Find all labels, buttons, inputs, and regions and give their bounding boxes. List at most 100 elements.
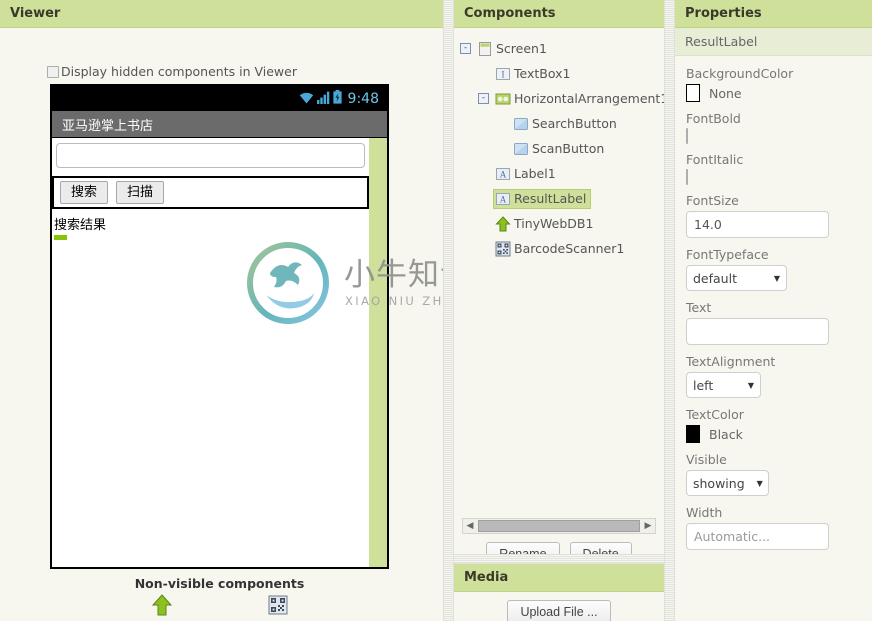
visible-value: showing	[693, 475, 745, 491]
barcodescanner-icon	[268, 595, 287, 615]
svg-text:A: A	[500, 169, 507, 179]
tree-item-tinywebdb1[interactable]: TinyWebDB1	[460, 211, 660, 236]
fontitalic-checkbox[interactable]	[686, 169, 688, 185]
width-input[interactable]: Automatic...	[686, 523, 829, 550]
components-panel-header: Components	[454, 0, 664, 28]
tree-item-label: Label1	[514, 166, 556, 181]
tree-item-label: HorizontalArrangement1	[514, 91, 664, 106]
rename-button[interactable]: Rename	[486, 542, 560, 554]
phone-preview[interactable]: 9:48 亚马逊掌上书店 搜索 扫描 搜索结果	[50, 84, 389, 569]
properties-list: BackgroundColor None FontBold FontItalic…	[675, 56, 872, 550]
tree-item-resultlabel[interactable]: A ResultLabel	[460, 186, 660, 211]
label-icon: A	[495, 191, 511, 207]
non-visible-components-list: TinyWebDB1 BarcodeScanner1	[50, 594, 389, 621]
tree-item-label: Screen1	[496, 41, 547, 56]
preview-resultlabel[interactable]	[54, 235, 67, 240]
tree-toggle-icon[interactable]: -	[460, 43, 471, 54]
components-panel: Components - Screen1 I TextBox1 - HorizontalA…	[454, 0, 664, 554]
media-body: Upload File ...	[454, 592, 664, 621]
label-icon: A	[495, 166, 511, 182]
status-time: 9:48	[347, 90, 379, 107]
app-title: 亚马逊掌上书店	[62, 118, 154, 134]
screen-icon	[477, 41, 493, 57]
non-visible-item-tinywebdb[interactable]: TinyWebDB1	[113, 594, 211, 621]
tree-item-horizontalarrangement1[interactable]: - HorizontalArrangement1	[460, 86, 664, 111]
prop-textcolor-row[interactable]: Black	[686, 425, 861, 443]
panel-divider-left	[443, 0, 454, 621]
fonttypeface-select[interactable]: default ▼	[686, 265, 787, 291]
backgroundcolor-swatch[interactable]	[686, 84, 700, 102]
prop-label-textcolor: TextColor	[686, 407, 744, 422]
fonttypeface-value: default	[693, 270, 737, 286]
form-column: 搜索 扫描 搜索结果	[52, 138, 369, 567]
media-panel: Media Upload File ...	[454, 564, 664, 621]
prop-label-visible: Visible	[686, 452, 727, 467]
visible-select[interactable]: showing ▼	[686, 470, 769, 496]
barcodescanner-icon	[495, 241, 511, 257]
preview-search-button[interactable]: 搜索	[60, 181, 109, 204]
tree-item-scanbutton[interactable]: ScanButton	[460, 136, 660, 161]
prop-label-backgroundcolor: BackgroundColor	[686, 66, 794, 81]
prop-label-width: Width	[686, 505, 723, 520]
button-icon	[513, 116, 529, 132]
tree-item-textbox1[interactable]: I TextBox1	[460, 61, 660, 86]
svg-text:I: I	[502, 69, 505, 79]
tree-item-searchbutton[interactable]: SearchButton	[460, 111, 660, 136]
battery-icon	[332, 90, 342, 107]
textbox-icon: I	[495, 66, 511, 82]
scroll-left-icon[interactable]: ◀	[463, 521, 477, 531]
tree-item-screen1[interactable]: - Screen1	[460, 36, 660, 61]
fontbold-checkbox[interactable]	[686, 128, 688, 144]
screen1-body: 搜索 扫描 搜索结果	[52, 138, 387, 567]
upload-file-button[interactable]: Upload File ...	[507, 600, 611, 621]
tree-item-label: ScanButton	[532, 141, 605, 156]
prop-label-fontsize: FontSize	[686, 193, 739, 208]
display-hidden-components-row[interactable]: Display hidden components in Viewer	[47, 64, 297, 79]
prop-label-fontitalic: FontItalic	[686, 152, 744, 167]
display-hidden-components-checkbox[interactable]	[47, 65, 59, 78]
preview-label1[interactable]: 搜索结果	[54, 214, 369, 233]
component-action-buttons: Rename Delete	[454, 542, 664, 554]
preview-textbox1[interactable]	[56, 143, 365, 168]
tree-item-barcodescanner1[interactable]: BarcodeScanner1	[460, 236, 660, 261]
viewer-panel: Viewer Display hidden components in View…	[0, 0, 443, 621]
prop-label-fonttypeface: FontTypeface	[686, 247, 769, 262]
tree-item-label: TinyWebDB1	[514, 216, 594, 231]
delete-button[interactable]: Delete	[569, 542, 632, 554]
textalignment-value: left	[693, 377, 714, 393]
textcolor-swatch[interactable]	[686, 425, 700, 443]
prop-label-textalignment: TextAlignment	[686, 354, 776, 369]
tree-item-label1[interactable]: A Label1	[460, 161, 660, 186]
chevron-down-icon: ▼	[747, 380, 754, 390]
android-title-bar: 亚马逊掌上书店	[52, 111, 387, 138]
scroll-right-icon[interactable]: ▶	[641, 521, 655, 531]
preview-scan-button[interactable]: 扫描	[116, 181, 165, 204]
tinywebdb-icon	[151, 594, 172, 616]
tree-toggle-icon[interactable]: -	[478, 93, 489, 104]
preview-horizontal-arrangement1[interactable]: 搜索 扫描	[52, 176, 369, 209]
prop-label-fontbold: FontBold	[686, 111, 741, 126]
prop-label-text: Text	[686, 300, 712, 315]
display-hidden-components-label: Display hidden components in Viewer	[61, 64, 297, 79]
chevron-down-icon: ▼	[773, 273, 780, 283]
tree-item-label: SearchButton	[532, 116, 617, 131]
tree-item-label: ResultLabel	[514, 191, 587, 206]
prop-backgroundcolor-row[interactable]: None	[686, 84, 861, 102]
chevron-down-icon: ▼	[756, 478, 763, 488]
properties-component-name: ResultLabel	[675, 28, 872, 56]
tree-item-label: BarcodeScanner1	[514, 241, 625, 256]
component-tree[interactable]: - Screen1 I TextBox1 - HorizontalArrangement1…	[454, 28, 664, 512]
fontsize-input[interactable]: 14.0	[686, 211, 829, 238]
properties-panel: Properties ResultLabel BackgroundColor N…	[675, 0, 872, 621]
non-visible-item-barcodescanner[interactable]: BarcodeScanner1	[229, 594, 327, 621]
tinywebdb-icon	[495, 215, 511, 232]
components-media-divider	[454, 554, 664, 564]
backgroundcolor-value: None	[709, 85, 742, 101]
scrollbar-thumb[interactable]	[478, 520, 640, 532]
textcolor-value: Black	[709, 426, 743, 442]
phone-right-strip	[369, 138, 387, 567]
panel-divider-right	[664, 0, 675, 621]
component-tree-hscrollbar[interactable]: ◀ ▶	[462, 518, 656, 534]
textalignment-select[interactable]: left ▼	[686, 372, 761, 398]
text-input[interactable]	[686, 318, 829, 345]
